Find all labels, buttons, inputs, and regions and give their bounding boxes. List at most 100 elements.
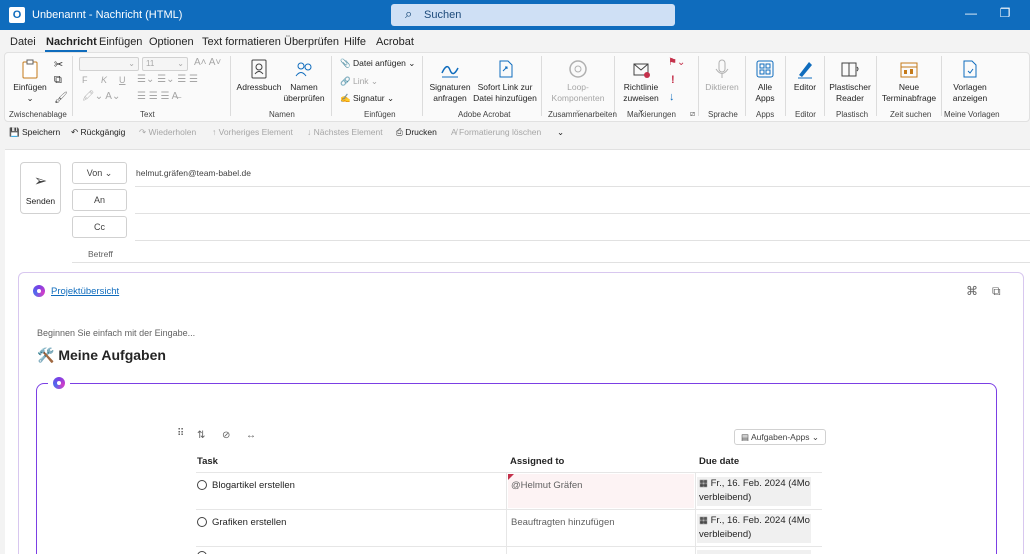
- outlook-icon: O: [9, 7, 25, 23]
- assignee-placeholder[interactable]: Beauftragten hinzufügen: [511, 517, 615, 528]
- column-header-due[interactable]: Due date: [699, 456, 739, 467]
- all-apps-button[interactable]: Alle Apps: [751, 58, 779, 104]
- assign-policy-button[interactable]: Richtlinie zuweisen ⌄: [619, 58, 663, 115]
- cc-field[interactable]: [135, 240, 1030, 241]
- tab-einfuegen[interactable]: Einfügen: [99, 36, 142, 48]
- copy-component-icon[interactable]: ⧉: [992, 284, 1001, 299]
- calendar-poll-icon: [898, 58, 920, 80]
- column-header-task[interactable]: Task: [197, 456, 218, 467]
- save-button[interactable]: 💾 Speichern: [9, 127, 60, 138]
- group-adobe-acrobat: Adobe Acrobat: [458, 110, 511, 119]
- view-templates-button[interactable]: Vorlagen anzeigen: [946, 58, 994, 104]
- flag-icon[interactable]: ⚑⌄: [668, 57, 685, 68]
- check-names-button[interactable]: Namen überprüfen: [283, 58, 325, 104]
- sort-icon[interactable]: ⇅: [197, 430, 205, 441]
- link-button[interactable]: 🔗 Link ⌄: [340, 76, 378, 87]
- calendar-icon: ▦: [699, 515, 708, 526]
- address-book-icon: [248, 58, 270, 80]
- signature-button[interactable]: ✍ Signatur ⌄: [340, 93, 394, 104]
- redo-button[interactable]: ↷ Wiederholen: [139, 127, 196, 138]
- clear-formatting-button[interactable]: A̸ Formatierung löschen: [451, 127, 541, 137]
- font-size-select[interactable]: 11 ⌄: [142, 57, 188, 71]
- tab-nachricht[interactable]: Nachricht: [46, 36, 97, 48]
- tab-text-formatieren[interactable]: Text formatieren: [202, 36, 281, 48]
- group-meine-vorlagen: Meine Vorlagen: [944, 110, 1000, 119]
- group-sprache: Sprache: [708, 110, 738, 119]
- tab-datei[interactable]: Datei: [10, 36, 36, 48]
- bold-button[interactable]: F: [82, 75, 88, 85]
- loop-icon: [567, 58, 589, 80]
- highlight-icon[interactable]: 🖍⌄ A⌄: [82, 91, 120, 102]
- share-component-icon[interactable]: ⌘: [966, 284, 978, 298]
- immersive-reader-button[interactable]: Plastischer Reader: [828, 58, 872, 104]
- arrow-up-icon: ↑: [212, 127, 217, 137]
- group-zusammenarbeiten: Zusammenarbeiten: [548, 110, 617, 119]
- to-field[interactable]: [135, 213, 1030, 214]
- assignee[interactable]: @Helmut Gräfen: [511, 480, 582, 491]
- dictate-button[interactable]: Diktieren: [703, 58, 741, 93]
- attach-file-button[interactable]: 📎 Datei anfügen ⌄: [340, 58, 415, 69]
- address-book-button[interactable]: Adressbuch: [236, 58, 282, 93]
- previous-item-button[interactable]: ↑ Vorheriges Element: [212, 127, 293, 137]
- grow-font-icon[interactable]: A˄ A˅: [194, 57, 221, 68]
- undo-icon: ↶: [71, 127, 79, 137]
- high-importance-icon[interactable]: !: [671, 74, 675, 86]
- task-apps-icon: ▤: [741, 432, 750, 442]
- task-checkbox[interactable]: [197, 480, 207, 490]
- column-header-assigned[interactable]: Assigned to: [510, 456, 564, 467]
- align-icon[interactable]: ☰ ☰ ☰ A̶: [137, 91, 178, 102]
- due-date[interactable]: ▦ Fr., 16. Feb. 2024 (4Mo verbleibend): [697, 514, 811, 543]
- microphone-icon: [711, 58, 733, 80]
- drag-handle-icon[interactable]: ⠿: [177, 428, 184, 439]
- typing-hint[interactable]: Beginnen Sie einfach mit der Eingabe...: [37, 328, 195, 338]
- format-painter-icon[interactable]: 🖌: [54, 91, 68, 104]
- customize-toolbar-icon[interactable]: ⌄: [557, 127, 564, 138]
- task-name[interactable]: Grafiken erstellen: [212, 517, 286, 528]
- to-button[interactable]: An: [72, 189, 127, 211]
- project-overview-link[interactable]: Projektübersicht: [51, 286, 119, 297]
- font-name-select[interactable]: ⌄: [79, 57, 139, 71]
- new-poll-button[interactable]: Neue Terminabfrage: [880, 58, 938, 104]
- underline-button[interactable]: U: [119, 75, 126, 85]
- share-link-button[interactable]: Sofort Link zur Datei hinzufügen: [473, 58, 537, 104]
- tab-acrobat[interactable]: Acrobat: [376, 36, 414, 48]
- from-button[interactable]: Von ⌄: [72, 162, 127, 184]
- immersive-reader-icon: [839, 58, 861, 80]
- undo-button[interactable]: ↶ Rückgängig: [71, 127, 125, 138]
- cut-icon[interactable]: ✂: [54, 58, 63, 71]
- send-button[interactable]: ➢ Senden: [20, 162, 61, 214]
- subject-field[interactable]: [72, 262, 1030, 263]
- signature-icon: ✍: [340, 93, 351, 103]
- tab-hilfe[interactable]: Hilfe: [344, 36, 366, 48]
- italic-button[interactable]: K: [101, 75, 107, 85]
- due-date[interactable]: [697, 550, 811, 554]
- search-icon: ⌕: [405, 6, 413, 21]
- task-apps-button[interactable]: ▤ Aufgaben-Apps ⌄: [734, 429, 826, 445]
- calendar-icon: ▦: [699, 478, 708, 489]
- tasks-heading[interactable]: 🛠️ Meine Aufgaben: [37, 347, 166, 364]
- restore-icon[interactable]: ❐: [995, 6, 1015, 20]
- resize-icon[interactable]: ↔: [246, 430, 256, 441]
- tab-ueberpruefen[interactable]: Überprüfen: [284, 36, 339, 48]
- group-zeit-suchen: Zeit suchen: [890, 110, 932, 119]
- minimize-icon[interactable]: —: [961, 6, 981, 20]
- print-button[interactable]: ⎙ Drucken: [396, 127, 437, 138]
- paste-button[interactable]: Einfügen ⌄: [12, 58, 48, 104]
- task-checkbox[interactable]: [197, 517, 207, 527]
- search-input[interactable]: ⌕ Suchen: [391, 4, 675, 26]
- due-date[interactable]: ▦ Fr., 16. Feb. 2024 (4Mo verbleibend): [697, 477, 811, 506]
- group-editor: Editor: [795, 110, 816, 119]
- copy-icon[interactable]: ⧉: [54, 74, 62, 87]
- low-importance-icon[interactable]: ↓: [669, 91, 675, 103]
- tab-optionen[interactable]: Optionen: [149, 36, 194, 48]
- group-plastisch: Plastisch: [836, 110, 869, 119]
- request-signatures-button[interactable]: Signaturen anfragen: [428, 58, 472, 104]
- dialog-launcher-icon[interactable]: ⧄: [690, 109, 695, 119]
- bullets-icon[interactable]: ☰⌄ ☰⌄ ☰ ☰: [137, 74, 198, 85]
- cc-button[interactable]: Cc: [72, 216, 127, 238]
- next-item-button[interactable]: ↓ Nächstes Element: [307, 127, 383, 137]
- loop-components-button[interactable]: Loop- Komponenten ⌄: [547, 58, 609, 115]
- task-name[interactable]: Blogartikel erstellen: [212, 480, 295, 491]
- hide-column-icon[interactable]: ⊘: [222, 430, 230, 441]
- editor-button[interactable]: Editor: [790, 58, 820, 93]
